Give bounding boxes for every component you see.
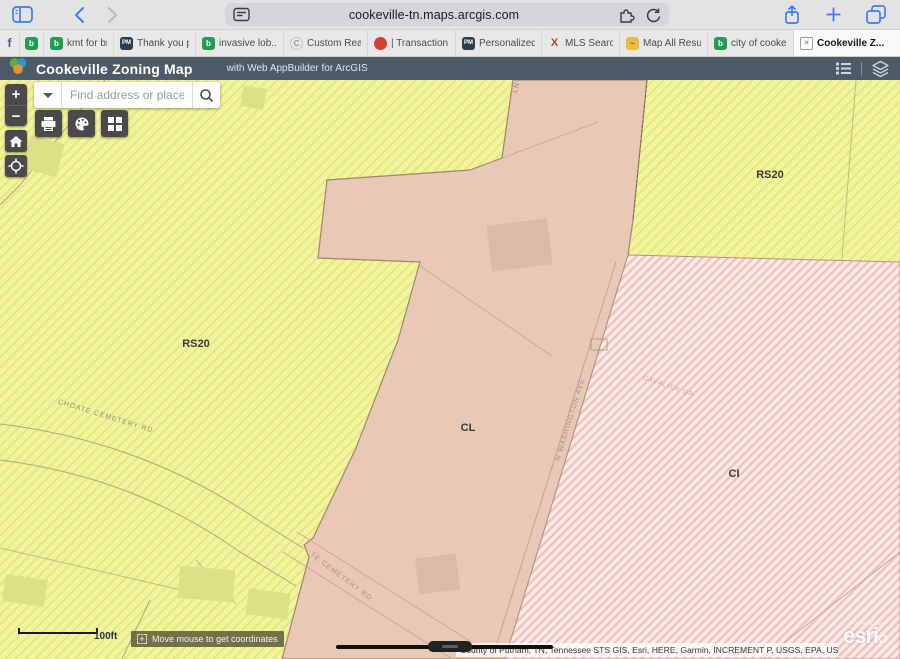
draw-button[interactable]: [68, 110, 95, 137]
search-button[interactable]: [192, 82, 220, 108]
layers-icon[interactable]: [871, 60, 890, 78]
active-tab[interactable]: ✕ Cookeville Z...: [794, 30, 900, 56]
zone-label-rs20-right: RS20: [756, 169, 784, 181]
generic-site-icon: C: [290, 37, 303, 50]
search-source-dropdown[interactable]: [34, 82, 62, 108]
bookmark-item[interactable]: b invasive lob...: [196, 30, 284, 56]
pm-icon: PM: [462, 37, 475, 50]
bookmark-label: MLS Search: [565, 38, 613, 49]
bookmark-item[interactable]: C Custom Real...: [284, 30, 368, 56]
bookmark-item[interactable]: b city of cooke...: [708, 30, 794, 56]
zone-label-rs20-left: RS20: [182, 338, 210, 350]
page-settings-icon[interactable]: [233, 7, 250, 22]
app-header: Cookeville Zoning Map with Web AppBuilde…: [0, 57, 900, 80]
zoning-map-graphics: RS20 RS20 CL CI CHOATE CEMETERY RD TE CE…: [0, 80, 900, 659]
sidebar-icon[interactable]: [12, 6, 33, 23]
esri-logo[interactable]: Powered by esri: [843, 620, 899, 648]
search-input[interactable]: [62, 82, 192, 108]
bookmark-item[interactable]: PM Thank you p...: [114, 30, 196, 56]
nav-controls: [0, 6, 225, 24]
zone-label-ci: CI: [729, 468, 740, 480]
my-location-button[interactable]: [5, 155, 27, 177]
coordinates-hint: Move mouse to get coordinates: [152, 634, 278, 644]
zoom-out-button[interactable]: −: [5, 105, 27, 126]
zoom-control: + −: [5, 84, 27, 126]
coordinates-widget: + Move mouse to get coordinates: [131, 631, 284, 647]
scale-bar: [18, 628, 98, 634]
bookmark-item[interactable]: f: [0, 30, 20, 56]
legend-icon[interactable]: [835, 61, 852, 76]
search-widget: [34, 82, 220, 108]
zoom-in-button[interactable]: +: [5, 84, 27, 105]
bookmark-item[interactable]: b kmt for bre: [44, 30, 114, 56]
print-icon: [40, 116, 57, 132]
tabs-overview-icon[interactable]: [866, 5, 886, 24]
bookmark-label: Thank you p...: [137, 38, 189, 49]
map-site-icon: ~: [626, 37, 639, 50]
print-button[interactable]: [35, 110, 62, 137]
bing-icon: b: [202, 37, 215, 50]
home-icon: [9, 135, 23, 148]
share-icon[interactable]: [783, 5, 801, 25]
grid-icon: [107, 116, 123, 132]
globe-icon: [879, 635, 887, 643]
app-logo-icon: [8, 56, 28, 81]
map-canvas[interactable]: RS20 RS20 CL CI CHOATE CEMETERY RD TE CE…: [0, 80, 900, 659]
close-tab-icon[interactable]: ✕: [800, 37, 813, 50]
bookmark-label: city of cooke...: [731, 38, 787, 49]
basemap-gallery-button[interactable]: [101, 110, 128, 137]
bookmark-label: kmt for bre: [67, 38, 107, 49]
reload-icon[interactable]: [645, 7, 661, 23]
page-title: Cookeville Zoning Map: [36, 61, 193, 77]
extensions-icon[interactable]: [618, 7, 635, 23]
bookmark-label: Map All Resu...: [643, 38, 701, 49]
home-extent-button[interactable]: [5, 130, 27, 152]
crosshair-icon[interactable]: +: [137, 634, 147, 644]
bookmark-item[interactable]: b: [20, 30, 44, 56]
bing-icon: b: [50, 37, 63, 50]
locate-icon: [8, 158, 24, 174]
address-bar[interactable]: cookeville-tn.maps.arcgis.com: [225, 3, 669, 26]
browser-toolbar: cookeville-tn.maps.arcgis.com: [0, 0, 900, 30]
bookmark-label: Personalized...: [479, 38, 535, 49]
window-controls: [783, 5, 900, 25]
active-tab-label: Cookeville Z...: [817, 38, 884, 49]
chevron-down-icon: [43, 93, 53, 98]
pm-icon: PM: [120, 37, 133, 50]
forward-icon[interactable]: [107, 6, 119, 24]
powered-by-text: Powered by: [849, 620, 899, 627]
zone-label-cl: CL: [461, 422, 476, 434]
bookmark-item[interactable]: X MLS Search: [542, 30, 620, 56]
bookmark-item[interactable]: PM Personalized...: [456, 30, 542, 56]
bookmark-label: | Transaction...: [391, 38, 449, 49]
palette-icon: [74, 116, 90, 132]
bing-icon: b: [714, 37, 727, 50]
search-icon: [199, 88, 214, 103]
new-tab-icon[interactable]: [825, 6, 842, 23]
facebook-icon: f: [3, 37, 16, 50]
bookmark-item[interactable]: | Transaction...: [368, 30, 456, 56]
bookmark-label: invasive lob...: [219, 38, 277, 49]
bookmarks-bar: f b bkmt for bre PMThank you p... binvas…: [0, 30, 900, 57]
safari-window: cookeville-tn.maps.arcgis.com f b b kmt f…: [0, 0, 900, 659]
handle-dash: [442, 645, 458, 648]
header-divider: [861, 62, 862, 76]
home-indicator-handle[interactable]: [428, 641, 472, 652]
bookmark-label: Custom Real...: [307, 38, 361, 49]
bookmark-item[interactable]: ~ Map All Resu...: [620, 30, 708, 56]
back-icon[interactable]: [73, 6, 85, 24]
bing-icon: b: [25, 37, 38, 50]
mls-icon: X: [548, 37, 561, 50]
url-text[interactable]: cookeville-tn.maps.arcgis.com: [250, 8, 618, 22]
red-dot-icon: [374, 37, 387, 50]
page-subtitle: with Web AppBuilder for ArcGIS: [227, 63, 368, 74]
scale-label: 100ft: [94, 631, 117, 642]
